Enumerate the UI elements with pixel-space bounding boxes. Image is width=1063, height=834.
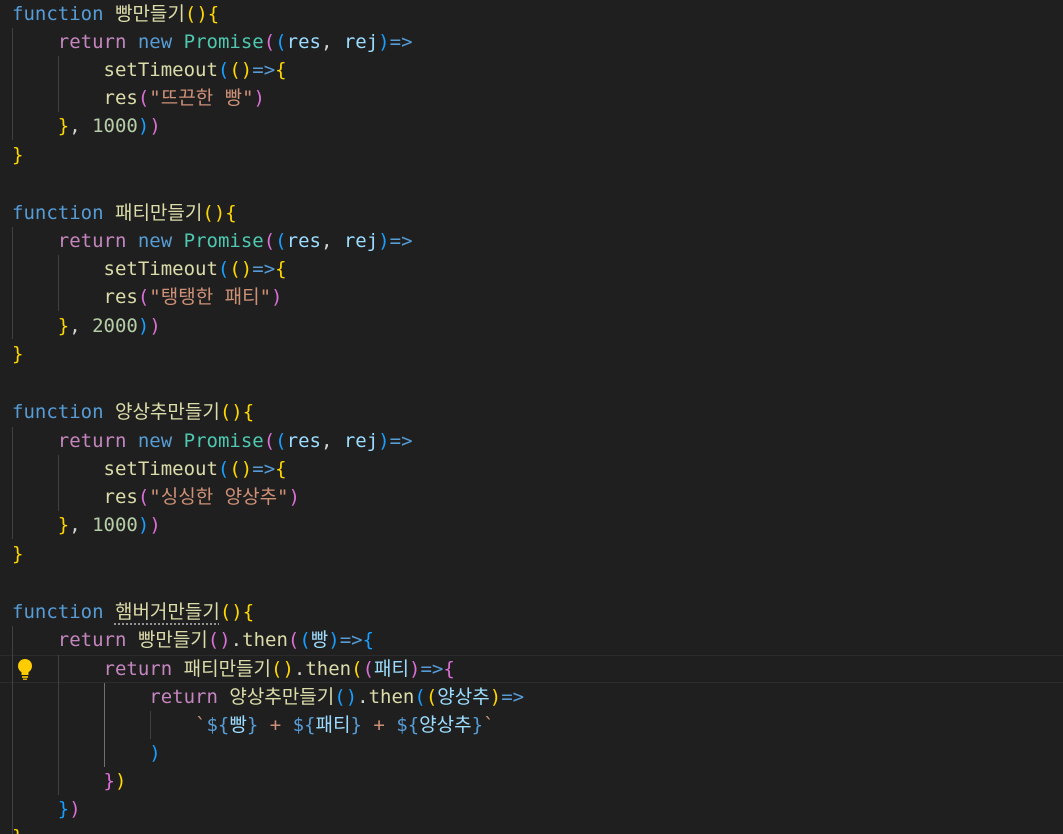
number-literal: 1000 [92,514,138,536]
number-literal: 2000 [92,315,138,337]
keyword: return [103,658,173,680]
parameter: res [286,230,321,252]
function-call: 빵만들기 [137,629,208,651]
function-name: 양상추만들기 [114,401,220,423]
code-line[interactable]: setTimeout(()=>{ [12,56,287,84]
keyword: return [57,31,127,53]
parameter: 양상추 [437,686,490,708]
code-line[interactable]: setTimeout(()=>{ [12,255,287,283]
code-line[interactable]: return new Promise((res, rej)=> [12,28,413,56]
code-line[interactable]: return 양상추만들기().then((양상추)=> [12,683,524,711]
keyword: function [12,202,104,224]
code-line[interactable]: ) [12,739,160,767]
parameter: rej [343,430,379,452]
parameter: 패티 [374,658,409,680]
function-call: 패티만들기 [183,658,272,680]
class-name: Promise [183,430,264,452]
code-line[interactable]: function 양상추만들기(){ [12,398,254,426]
code-line[interactable]: res("뜨끈한 빵") [12,84,265,112]
keyword: new [137,230,173,252]
template-variable: 빵 [229,714,247,736]
template-variable: 패티 [315,714,351,736]
code-line[interactable]: } [12,823,23,834]
code-line[interactable]: res("탱탱한 패티") [12,283,283,311]
function-call: setTimeout [103,59,218,81]
keyword: new [137,430,173,452]
string-literal: "뜨끈한 빵" [149,87,254,109]
code-editor[interactable]: function 빵만들기(){ return new Promise((res… [0,0,1063,834]
parameter: 빵 [310,629,329,651]
code-line[interactable]: }) [12,767,127,795]
function-name: 패티만들기 [114,202,203,224]
code-line[interactable]: } [12,141,23,169]
function-name: 햄버거만들기 [114,601,220,623]
code-line[interactable]: res("싱싱한 양상추") [12,483,300,511]
function-call: res [103,486,138,508]
string-literal: "싱싱한 양상추" [149,486,289,508]
code-line[interactable]: } [12,340,23,368]
code-line[interactable]: return 빵만들기().then((빵)=>{ [12,626,374,654]
code-line[interactable]: setTimeout(()=>{ [12,455,287,483]
function-call: 양상추만들기 [229,686,335,708]
code-line[interactable]: function 패티만들기(){ [12,199,237,227]
keyword: return [57,230,127,252]
string-literal: "탱탱한 패티" [149,286,272,308]
code-line[interactable]: return new Promise((res, rej)=> [12,427,413,455]
keyword: function [12,601,104,623]
code-line[interactable]: return 패티만들기().then((패티)=>{ [12,655,455,683]
keyword: return [57,629,127,651]
code-line[interactable]: } [12,540,23,568]
code-line[interactable]: }) [12,795,81,823]
parameter: res [286,430,321,452]
class-name: Promise [183,230,264,252]
keyword: function [12,3,104,25]
keyword: return [57,430,127,452]
code-line[interactable]: `${빵} + ${패티} + ${양상추}` [12,711,495,739]
code-line[interactable]: }, 2000)) [12,312,161,340]
function-call: setTimeout [103,458,218,480]
method-call: then [305,658,352,680]
function-call: res [103,286,138,308]
parameter: res [286,31,321,53]
code-line[interactable]: }, 1000)) [12,511,161,539]
code-line[interactable]: }, 1000)) [12,112,161,140]
lightbulb-icon[interactable] [14,657,36,681]
function-name: 빵만들기 [114,3,185,25]
function-call: res [103,87,138,109]
code-line[interactable]: function 빵만들기(){ [12,0,219,28]
template-variable: 양상추 [419,714,472,736]
code-line[interactable]: function 햄버거만들기(){ [12,598,254,626]
keyword: return [149,686,218,708]
keyword: function [12,401,104,423]
parameter: rej [343,230,379,252]
keyword: new [137,31,173,53]
parameter: rej [343,31,379,53]
code-line[interactable]: return new Promise((res, rej)=> [12,227,413,255]
method-call: then [242,629,288,651]
number-literal: 1000 [92,115,138,137]
class-name: Promise [183,31,264,53]
function-call: setTimeout [103,258,218,280]
method-call: then [368,686,415,708]
